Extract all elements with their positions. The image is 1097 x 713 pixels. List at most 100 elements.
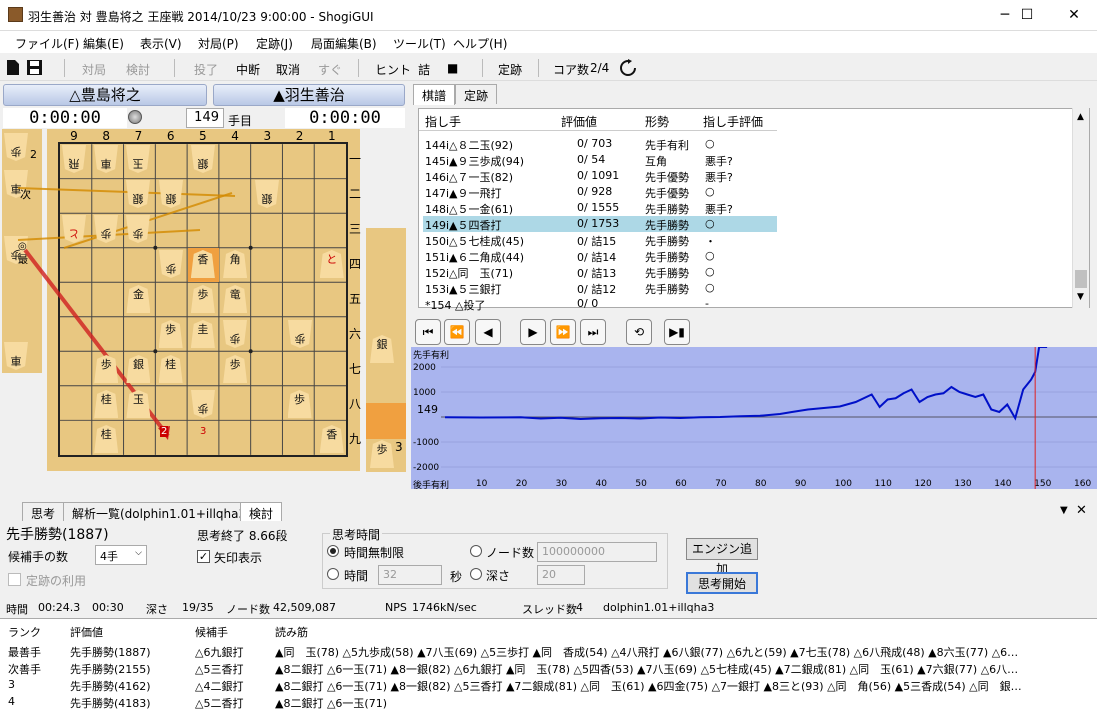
flip-board-button[interactable]: ⟲ — [626, 319, 652, 345]
board-piece[interactable]: 歩 — [191, 390, 215, 418]
resign-button[interactable]: 投了 — [194, 61, 218, 78]
eval-graph[interactable]: 2000 1000 -1000 -2000 10 20 30 40 50 60 70 80 90 100 1… — [411, 347, 1097, 491]
kifu-row[interactable]: 152i△同 玉(71) 0/ 詰13 先手勝勢 ○ — [423, 264, 777, 280]
back-ten-button[interactable]: ⏪ — [444, 319, 470, 345]
start-thinking-button[interactable]: 思考開始 — [686, 572, 758, 594]
board-piece[interactable]: 玉 — [126, 390, 151, 418]
kifu-row[interactable]: 146i△７一玉(82) 0/ 1091 先手優勢 悪手? — [423, 168, 777, 184]
board-piece[interactable]: 銀 — [126, 355, 151, 383]
unlimited-radio[interactable] — [327, 545, 339, 557]
kifu-row[interactable]: 145i▲９三歩成(94) 0/ 54 互角 悪手? — [423, 152, 777, 168]
board-piece[interactable]: 車 — [94, 145, 118, 173]
board-piece[interactable]: 銀 — [126, 180, 150, 208]
kifu-header-eval[interactable]: 評価値 — [561, 113, 597, 130]
save-icon[interactable] — [27, 60, 42, 75]
menu-help[interactable]: ヘルプ(H) — [453, 35, 507, 52]
maximize-button[interactable]: ☐ — [1004, 0, 1050, 31]
study-button[interactable]: 検討 — [126, 61, 150, 78]
kifu-header-move[interactable]: 指し手 — [425, 113, 461, 130]
add-engine-button[interactable]: エンジン追加 — [686, 538, 758, 576]
kifu-scrollbar[interactable]: ▲ ▼ — [1072, 108, 1089, 308]
board-piece[interactable]: 香 — [319, 425, 344, 453]
board-piece[interactable]: 歩 — [94, 215, 118, 243]
menu-joseki[interactable]: 定跡(J) — [256, 35, 293, 52]
kifu-header-move-eval[interactable]: 指し手評価 — [703, 113, 763, 130]
board-piece[interactable]: 歩 — [126, 215, 150, 243]
board-piece[interactable]: 歩 — [223, 355, 248, 383]
depth-radio[interactable] — [470, 568, 482, 580]
sente-hand-piece[interactable]: 銀 — [370, 335, 394, 363]
mate-button[interactable]: 詰 — [418, 61, 430, 78]
gote-hand-piece[interactable]: 車 — [4, 342, 28, 370]
pv-row[interactable]: 3 先手勝勢(4162) △4二銀打 ▲8二銀打 △6一玉(71) ▲8一銀(82) … — [0, 677, 1097, 693]
pv-row[interactable]: 最善手 先手勝勢(1887) △6九銀打 ▲同 玉(78) △5九歩成(58) ▲7八… — [0, 643, 1097, 659]
nodes-radio[interactable] — [470, 545, 482, 557]
pv-list[interactable]: ランク 評価値 候補手 読み筋 最善手 先手勝勢(1887) △6九銀打 ▲同 玉(7… — [0, 618, 1097, 713]
kifu-header-status[interactable]: 形勢 — [645, 113, 669, 130]
sente-hand-piece[interactable]: 歩 — [370, 440, 394, 468]
board-piece[interactable]: 圭 — [190, 320, 215, 348]
new-file-icon[interactable] — [7, 60, 19, 75]
board-piece[interactable]: 歩 — [94, 355, 119, 383]
pv-header-move[interactable]: 候補手 — [195, 624, 228, 640]
menu-game[interactable]: 対局(P) — [198, 35, 239, 52]
kifu-row[interactable]: 144i△８二玉(92) 0/ 703 先手有利 ○ — [423, 136, 777, 152]
joseki-checkbox[interactable] — [8, 573, 21, 586]
tab-study[interactable]: 検討 — [240, 502, 283, 523]
stop-button[interactable]: ■ — [447, 61, 458, 75]
last-move-button[interactable]: ⏭ — [580, 319, 606, 345]
board-piece[interactable]: 玉 — [126, 145, 150, 173]
joseki-button[interactable]: 定跡 — [498, 61, 522, 78]
pv-row[interactable]: 4 先手勝勢(4183) △5二香打 ▲8二銀打 △6一玉(71) — [0, 694, 1097, 710]
board-piece[interactable]: 桂 — [94, 390, 119, 418]
board-piece[interactable]: 歩 — [158, 320, 183, 348]
board-piece[interactable]: 飛 — [62, 145, 86, 173]
board-piece[interactable]: 桂 — [158, 355, 183, 383]
tab-thinking[interactable]: 思考 — [22, 502, 65, 522]
tab-kifu[interactable]: 棋譜 — [413, 84, 456, 105]
kifu-row[interactable]: 149i▲５四香打 0/ 1753 先手勝勢 ○ — [423, 216, 777, 232]
board-piece[interactable]: 桂 — [94, 425, 119, 453]
kifu-list[interactable]: 指し手 評価値 形勢 指し手評価 144i△８二玉(92) 0/ 703 先手有利 ○… — [418, 108, 1090, 312]
move-now-button[interactable]: すぐ — [318, 61, 342, 78]
scroll-up-icon[interactable]: ▲ — [1077, 112, 1084, 122]
kifu-row[interactable]: 150i△５七桂成(45) 0/ 詰15 先手勝勢 ・ — [423, 232, 777, 248]
board-piece[interactable]: と — [62, 215, 86, 243]
refresh-icon[interactable] — [619, 59, 637, 77]
scroll-down-icon[interactable]: ▼ — [1077, 292, 1084, 302]
menu-tools[interactable]: ツール(T) — [393, 35, 446, 52]
board-piece[interactable]: 銀 — [255, 180, 279, 208]
hint-button[interactable]: ヒント — [375, 61, 411, 78]
time-radio[interactable] — [327, 568, 339, 580]
arrow-checkbox[interactable]: ✓ — [197, 550, 210, 563]
board-piece[interactable]: 角 — [223, 250, 248, 278]
move-number-field[interactable]: 149 — [186, 108, 224, 128]
kifu-row[interactable]: 148i△５一金(61) 0/ 1555 先手勝勢 悪手? — [423, 200, 777, 216]
board-piece[interactable]: 歩 — [159, 250, 183, 278]
menu-position-edit[interactable]: 局面編集(B) — [311, 35, 377, 52]
pv-header-rank[interactable]: ランク — [8, 624, 41, 640]
board-piece[interactable]: 歩 — [287, 390, 312, 418]
board-piece[interactable]: 銀 — [159, 180, 183, 208]
menu-file[interactable]: ファイル(F) — [15, 35, 79, 52]
depth-input[interactable]: 20 — [537, 565, 585, 585]
board-piece[interactable]: 歩 — [288, 320, 312, 348]
close-button[interactable]: ✕ — [1051, 0, 1097, 31]
play-button[interactable]: ▶▮ — [664, 319, 690, 345]
candidates-select[interactable]: 4手 ⌵ — [95, 545, 147, 565]
tab-analysis-list[interactable]: 解析一覧(dolphin1.01+illqha3) — [63, 502, 260, 522]
pv-header-line[interactable]: 読み筋 — [275, 624, 308, 640]
board-piece[interactable]: 銀 — [191, 145, 215, 173]
first-move-button[interactable]: ⏮ — [415, 319, 441, 345]
menu-view[interactable]: 表示(V) — [140, 35, 182, 52]
close-panel-icon[interactable]: ✕ — [1076, 503, 1087, 518]
board-piece[interactable]: 金 — [126, 285, 151, 313]
board-piece[interactable]: 竜 — [223, 285, 248, 313]
kifu-row[interactable]: 151i▲６二角成(44) 0/ 詰14 先手勝勢 ○ — [423, 248, 777, 264]
nodes-input[interactable]: 100000000 — [537, 542, 657, 562]
gote-hand-piece[interactable]: 歩 — [4, 133, 28, 161]
time-input[interactable]: 32 — [378, 565, 442, 585]
board-piece[interactable]: 香 — [190, 250, 215, 278]
board-piece[interactable]: と — [319, 250, 344, 278]
pv-row[interactable]: 次善手 先手勝勢(2155) △5三香打 ▲8二銀打 △6一玉(71) ▲8一銀(82… — [0, 660, 1097, 676]
